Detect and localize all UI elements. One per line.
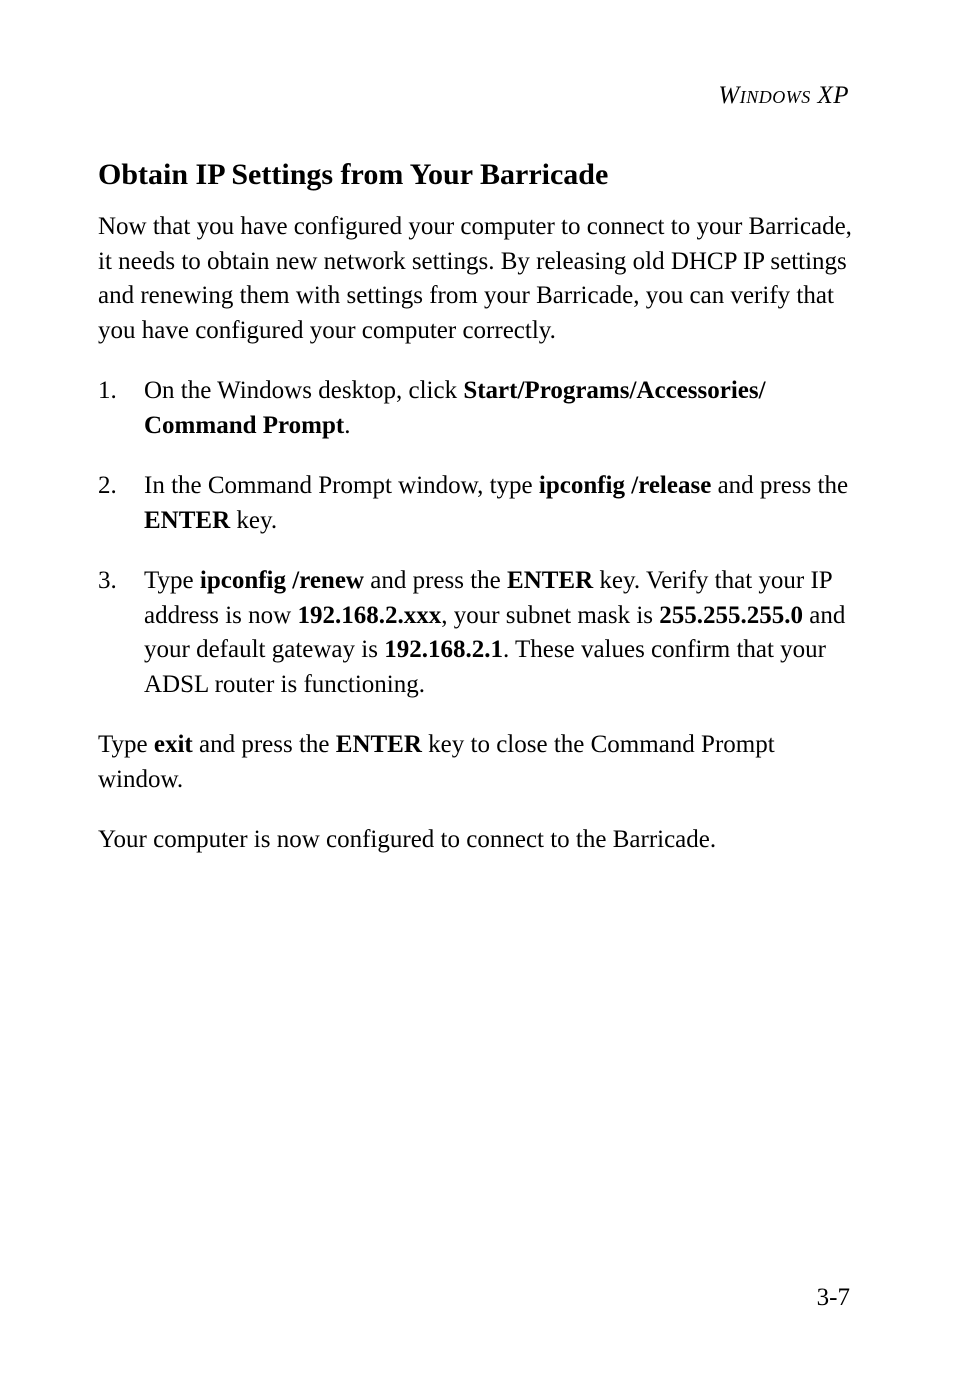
text-run: and press the xyxy=(711,472,848,499)
bold-run: ipconfig /release xyxy=(539,472,711,499)
step-text: Type ipconfig /renew and press the ENTER… xyxy=(144,564,854,702)
text-run: and press the xyxy=(193,731,336,758)
step-number: 2. xyxy=(98,469,144,538)
text-run: In the Command Prompt window, type xyxy=(144,472,539,499)
text-run: and press the xyxy=(364,567,507,594)
text-run: Type xyxy=(98,731,154,758)
step-text: On the Windows desktop, click Start/Prog… xyxy=(144,374,854,443)
step-number: 1. xyxy=(98,374,144,443)
page-number: 3-7 xyxy=(817,1284,850,1312)
step-2: 2. In the Command Prompt window, type ip… xyxy=(98,469,854,538)
bold-run: exit xyxy=(154,731,193,758)
text-run: , your subnet mask is xyxy=(441,602,659,629)
step-number: 3. xyxy=(98,564,144,702)
text-run: Type xyxy=(144,567,200,594)
final-paragraph: Your computer is now configured to conne… xyxy=(98,823,854,858)
text-run: key. xyxy=(230,507,277,534)
section-heading: Obtain IP Settings from Your Barricade xyxy=(20,158,854,192)
page-container: Windows XP Obtain IP Settings from Your … xyxy=(0,0,954,1388)
step-3: 3. Type ipconfig /renew and press the EN… xyxy=(98,564,854,702)
running-header: Windows XP xyxy=(98,82,854,110)
text-run: On the Windows desktop, click xyxy=(144,377,463,404)
bold-run: ENTER xyxy=(144,507,230,534)
step-1: 1. On the Windows desktop, click Start/P… xyxy=(98,374,854,443)
bold-run: ENTER xyxy=(507,567,593,594)
text-run: . xyxy=(344,412,350,439)
bold-run: 192.168.2.xxx xyxy=(297,602,441,629)
running-header-text: Windows XP xyxy=(718,82,849,109)
bold-run: ipconfig /renew xyxy=(200,567,364,594)
exit-paragraph: Type exit and press the ENTER key to clo… xyxy=(98,728,854,797)
step-text: In the Command Prompt window, type ipcon… xyxy=(144,469,854,538)
bold-run: 192.168.2.1 xyxy=(384,636,503,663)
bold-run: ENTER xyxy=(336,731,422,758)
intro-paragraph: Now that you have configured your comput… xyxy=(98,210,854,348)
steps-list: 1. On the Windows desktop, click Start/P… xyxy=(98,374,854,702)
bold-run: 255.255.255.0 xyxy=(659,602,803,629)
